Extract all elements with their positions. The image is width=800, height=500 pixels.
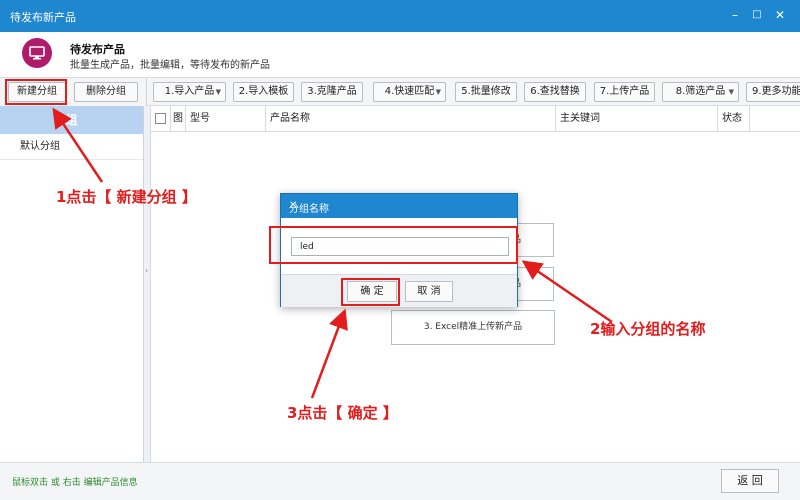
arrow-step1 <box>52 107 104 183</box>
back-button[interactable]: 返 回 <box>721 469 779 493</box>
status-bar: 鼠标双击 或 右击 编辑产品信息 返 回 <box>0 462 800 500</box>
status-hint: 鼠标双击 或 右击 编辑产品信息 <box>12 478 138 488</box>
arrow-step2 <box>521 260 613 324</box>
annotation-arrows <box>52 107 613 399</box>
annotation-step3: 3点击【 确定 】 <box>287 404 398 422</box>
arrow-step3 <box>310 308 348 399</box>
annotation-step2: 2输入分组的名称 <box>590 320 706 338</box>
annotation-step1: 1点击【 新建分组 】 <box>56 188 197 206</box>
